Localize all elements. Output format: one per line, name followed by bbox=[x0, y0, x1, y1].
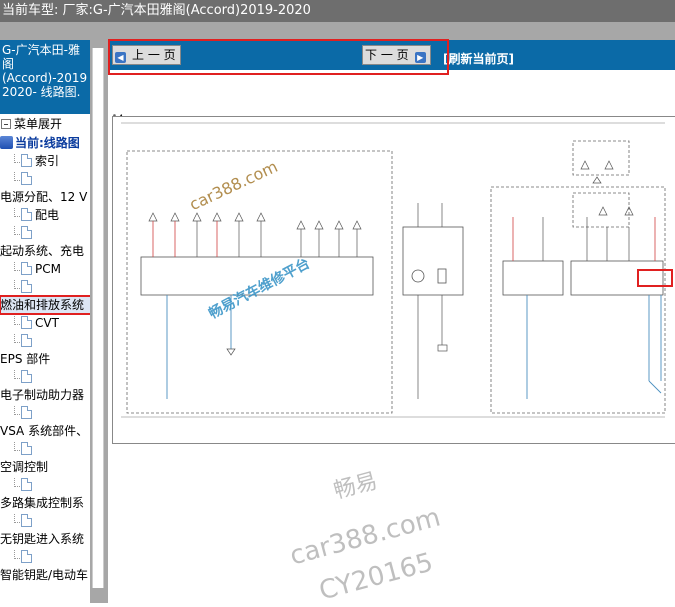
document-icon bbox=[21, 280, 32, 293]
tree-doc-item[interactable] bbox=[0, 332, 90, 350]
document-icon bbox=[21, 172, 32, 185]
menu-expand-toggle[interactable]: 菜单展开 bbox=[0, 114, 90, 134]
tree-connector bbox=[14, 280, 20, 289]
tree-doc-label: PCM bbox=[35, 262, 61, 276]
tree-category[interactable]: VSA 系统部件、 bbox=[0, 422, 90, 440]
wiring-diagram-drawing bbox=[121, 122, 673, 418]
tree-doc-label: 配电 bbox=[35, 208, 60, 222]
sidebar-header-line: 阁 bbox=[2, 57, 15, 71]
tree-category[interactable]: 电子制动助力器 bbox=[0, 386, 90, 404]
window-title: 当前车型: 厂家:G-广汽本田雅阁(Accord)2019-2020 bbox=[0, 0, 675, 22]
document-icon bbox=[21, 478, 32, 491]
tree-connector bbox=[14, 316, 20, 325]
main-content: ◀上 一 页 下 一 页▶ [刷新当前页] 14 bbox=[108, 40, 675, 607]
tree-doc-item[interactable] bbox=[0, 512, 90, 530]
document-icon bbox=[21, 406, 32, 419]
menu-expand-label: 菜单展开 bbox=[14, 117, 63, 131]
document-icon bbox=[21, 334, 32, 347]
tree-connector bbox=[14, 172, 20, 181]
sidebar-scrollbar[interactable] bbox=[92, 48, 104, 588]
tree-category[interactable]: EPS 部件 bbox=[0, 350, 90, 368]
tree-doc-item[interactable]: 配电 bbox=[0, 206, 90, 224]
tree-connector bbox=[14, 370, 20, 379]
tree-connector bbox=[14, 226, 20, 235]
tree-category[interactable]: 多路集成控制系 bbox=[0, 494, 90, 512]
tree-current-label: 当前:线路图 bbox=[15, 136, 80, 150]
sidebar-header-line: 2020- 线路图. bbox=[2, 85, 81, 99]
tree-connector bbox=[14, 262, 20, 271]
tree-view: 当前:线路图 索引电源分配、12 V 配电起动系统、充电 PCM 燃油和排放系统 CVT… bbox=[0, 134, 90, 584]
tree-connector bbox=[14, 406, 20, 415]
refresh-page-link[interactable]: [刷新当前页] bbox=[443, 50, 514, 67]
document-icon bbox=[21, 226, 32, 239]
tree-connector bbox=[14, 208, 20, 217]
highlight-box-nav bbox=[108, 39, 449, 75]
document-icon bbox=[21, 208, 32, 221]
tree-connector bbox=[14, 550, 20, 559]
frame-splitter[interactable] bbox=[90, 40, 108, 603]
document-icon bbox=[21, 550, 32, 563]
tree-category[interactable]: 空调控制 bbox=[0, 458, 90, 476]
collapse-box-icon bbox=[1, 119, 11, 129]
sidebar-header: G-广汽本田-雅 阁 (Accord)-2019 2020- 线路图. bbox=[0, 40, 90, 114]
tree-category[interactable]: 智能钥匙/电动车 bbox=[0, 566, 90, 584]
tree-doc-item[interactable] bbox=[0, 224, 90, 242]
tree-connector bbox=[14, 478, 20, 487]
document-icon bbox=[21, 370, 32, 383]
top-spacer bbox=[0, 22, 675, 40]
tree-category[interactable]: 电源分配、12 V bbox=[0, 188, 90, 206]
document-icon bbox=[21, 154, 32, 167]
tree-doc-item[interactable]: 索引 bbox=[0, 152, 90, 170]
tree-doc-item[interactable] bbox=[0, 476, 90, 494]
computer-icon bbox=[0, 136, 13, 149]
tree-doc-item[interactable] bbox=[0, 278, 90, 296]
tree-connector bbox=[14, 514, 20, 523]
tree-doc-item[interactable] bbox=[0, 170, 90, 188]
wiring-diagram bbox=[112, 116, 675, 444]
tree-doc-item[interactable] bbox=[0, 404, 90, 422]
tree-connector bbox=[14, 442, 20, 451]
tree-doc-item[interactable] bbox=[0, 440, 90, 458]
tree-current-item[interactable]: 当前:线路图 bbox=[0, 134, 90, 152]
document-icon bbox=[21, 316, 32, 329]
tree-connector bbox=[14, 154, 20, 163]
tree-category[interactable]: 燃油和排放系统 bbox=[0, 295, 90, 315]
document-icon bbox=[21, 262, 32, 275]
sidebar: G-广汽本田-雅 阁 (Accord)-2019 2020- 线路图. 菜单展开… bbox=[0, 40, 90, 603]
tree-connector bbox=[14, 334, 20, 343]
document-icon bbox=[21, 514, 32, 527]
tree-doc-item[interactable] bbox=[0, 548, 90, 566]
tree-doc-item[interactable]: PCM bbox=[0, 260, 90, 278]
tree-category[interactable]: 起动系统、充电 bbox=[0, 242, 90, 260]
tree-category[interactable]: 无钥匙进入系统 bbox=[0, 530, 90, 548]
document-icon bbox=[21, 442, 32, 455]
sidebar-header-line: (Accord)-2019 bbox=[2, 71, 88, 85]
tree-doc-item[interactable] bbox=[0, 368, 90, 386]
tree-doc-label: CVT bbox=[35, 316, 59, 330]
tree-doc-item[interactable]: CVT bbox=[0, 314, 90, 332]
sidebar-header-line: G-广汽本田-雅 bbox=[2, 43, 80, 57]
watermark-text: 畅易 bbox=[331, 468, 381, 505]
tree-doc-label: 索引 bbox=[35, 154, 60, 168]
